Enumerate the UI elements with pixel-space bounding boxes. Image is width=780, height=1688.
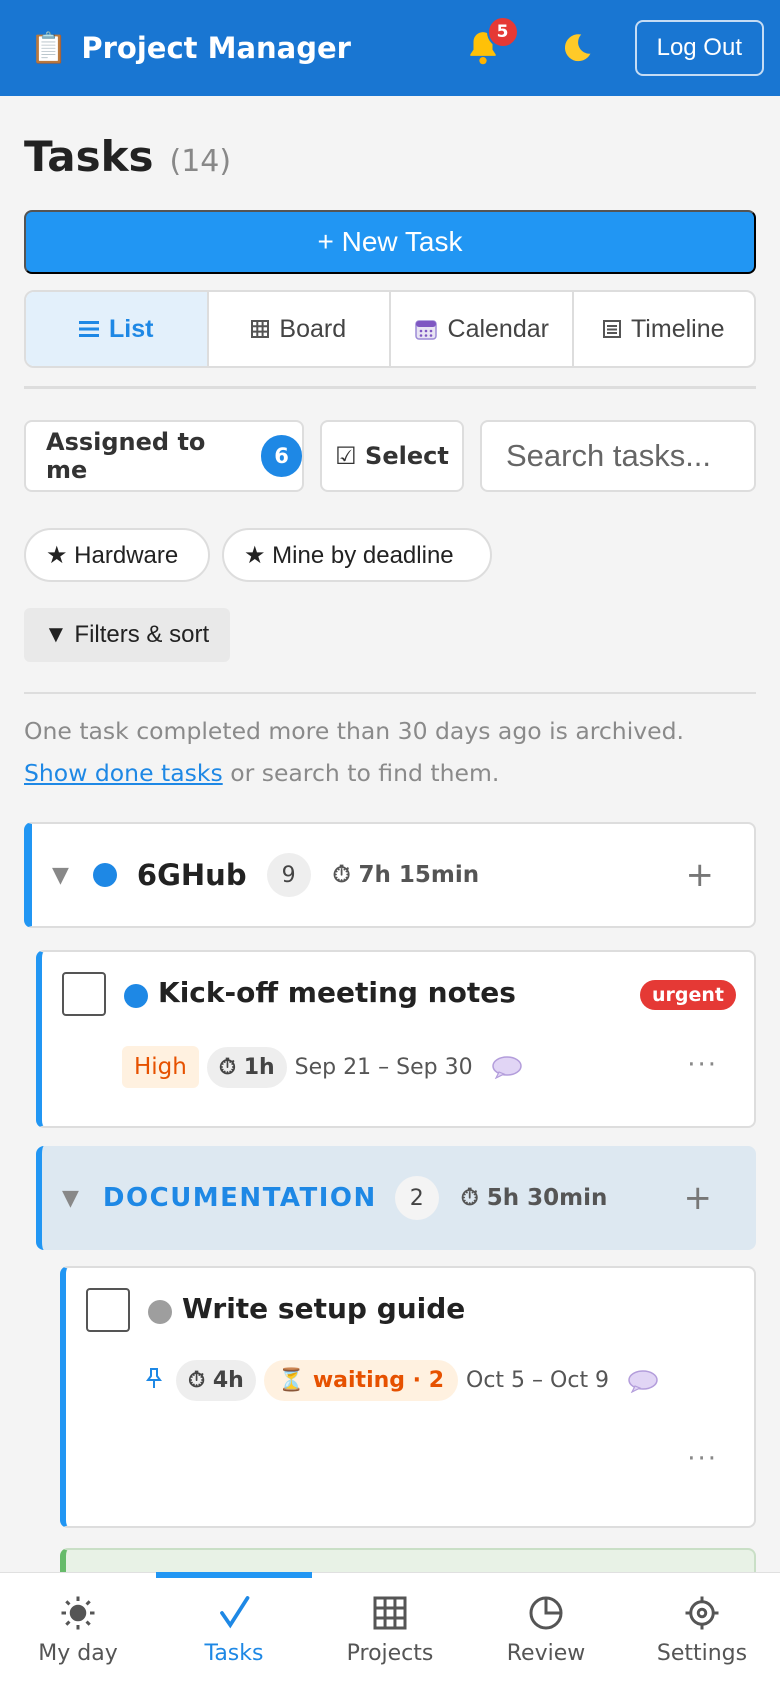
task-status-dot: [124, 984, 148, 1008]
tab-list[interactable]: List: [26, 292, 209, 366]
section-group-documentation[interactable]: ▼ DOCUMENTATION 2 ⏱ 5h 30min +: [36, 1146, 756, 1250]
assigned-label: Assigned to me: [46, 428, 206, 484]
priority-badge: High: [122, 1046, 199, 1088]
urgent-tag: urgent: [640, 980, 736, 1010]
dark-mode-toggle[interactable]: [547, 18, 607, 78]
grid-icon: [251, 320, 270, 338]
search-input[interactable]: [480, 420, 756, 492]
nav-tasks[interactable]: Tasks: [156, 1572, 312, 1688]
clipboard-icon: 📋: [30, 30, 68, 66]
task-more-menu[interactable]: ···: [687, 1050, 718, 1080]
assigned-to-me-button[interactable]: Assigned to me 6: [24, 420, 304, 492]
calendar-icon: [414, 317, 438, 341]
new-task-button[interactable]: + New Task: [24, 210, 756, 274]
saved-filter-hardware[interactable]: ★ Hardware: [24, 528, 210, 582]
waiting-badge: ⏳ waiting · 2: [263, 1360, 459, 1401]
logout-button[interactable]: Log Out: [634, 20, 764, 76]
app-bar: 📋 Project Manager 5 Log Out: [0, 0, 780, 96]
project-group-6ghub[interactable]: ▼ 6GHub 9 ⏱ 7h 15min +: [24, 822, 756, 928]
tab-list-label: List: [109, 314, 154, 343]
comment-icon[interactable]: [491, 1055, 523, 1079]
bottom-navigation: My day Tasks Projects Review Settings: [0, 1572, 780, 1688]
saved-filter-mine-by-deadline[interactable]: ★ Mine by deadline: [222, 528, 492, 582]
filters-sort-toggle[interactable]: ▼ Filters & sort: [24, 608, 230, 662]
page-heading: Tasks (14): [24, 132, 231, 181]
nav-label: Projects: [346, 1641, 434, 1666]
project-task-count: 9: [266, 853, 311, 897]
task-title[interactable]: Kick-off meeting notes: [158, 976, 516, 1009]
section-task-count: 2: [394, 1176, 439, 1220]
task-dates: Sep 21 – Sep 30: [294, 1054, 473, 1080]
divider: [24, 386, 756, 389]
archive-note-text: One task completed more than 30 days ago…: [24, 717, 684, 745]
add-task-to-project-button[interactable]: +: [686, 855, 715, 895]
grid-icon: [373, 1596, 407, 1630]
collapse-caret-icon[interactable]: ▼: [52, 863, 69, 888]
estimate-badge: ⏱ 4h: [176, 1360, 256, 1401]
pie-icon: [529, 1596, 563, 1630]
tab-board[interactable]: Board: [209, 292, 391, 366]
task-more-menu[interactable]: ···: [687, 1444, 718, 1474]
task-meta: High ⏱ 1h Sep 21 – Sep 30: [122, 1046, 523, 1088]
tab-calendar[interactable]: Calendar: [391, 292, 574, 366]
check-icon: [220, 1596, 250, 1629]
list-icon: [79, 319, 100, 339]
nav-label: My day: [38, 1641, 118, 1666]
pin-icon[interactable]: [146, 1367, 162, 1395]
section-name: DOCUMENTATION: [102, 1183, 377, 1213]
task-dates: Oct 5 – Oct 9: [466, 1368, 610, 1393]
project-name: 6GHub: [136, 858, 247, 892]
timeline-icon: [602, 320, 621, 338]
nav-label: Settings: [656, 1641, 748, 1666]
tab-timeline[interactable]: Timeline: [574, 292, 755, 366]
task-count: (14): [169, 144, 232, 179]
section-total-time: ⏱ 5h 30min: [460, 1185, 608, 1211]
task-checkbox[interactable]: [86, 1288, 130, 1332]
show-done-tasks-link[interactable]: Show done tasks: [24, 759, 223, 787]
nav-projects[interactable]: Projects: [312, 1573, 468, 1688]
add-task-to-section-button[interactable]: +: [684, 1178, 713, 1218]
select-button[interactable]: ☑ Select: [320, 420, 464, 492]
project-color-dot: [92, 863, 117, 887]
sun-icon: [61, 1596, 95, 1630]
tab-timeline-label: Timeline: [630, 314, 725, 343]
estimate-badge: ⏱ 1h: [206, 1046, 287, 1088]
archive-note-suffix: or search to find them.: [222, 759, 500, 787]
archive-note: One task completed more than 30 days ago…: [24, 710, 764, 794]
task-status-dot: [148, 1300, 172, 1324]
nav-label: Tasks: [204, 1641, 264, 1666]
nav-settings[interactable]: Settings: [624, 1573, 780, 1688]
nav-review[interactable]: Review: [468, 1573, 624, 1688]
tab-calendar-label: Calendar: [447, 314, 549, 343]
view-switcher: List Board Calendar Timeline: [24, 290, 756, 368]
divider: [24, 692, 756, 694]
task-card[interactable]: Kick-off meeting notes urgent High ⏱ 1h …: [36, 950, 756, 1128]
gear-icon: [685, 1596, 719, 1630]
page-title: Tasks: [24, 132, 154, 181]
comment-icon[interactable]: [627, 1369, 659, 1393]
moon-icon: [564, 34, 591, 62]
app-title: Project Manager: [81, 31, 351, 65]
notifications-button[interactable]: 5: [453, 16, 519, 78]
task-card[interactable]: Write setup guide ⏱ 4h ⏳ waiting · 2 Oct…: [60, 1266, 756, 1528]
task-title[interactable]: Write setup guide: [182, 1292, 465, 1325]
assigned-count-badge: 6: [261, 435, 302, 477]
nav-label: Review: [506, 1641, 586, 1666]
collapse-caret-icon[interactable]: ▼: [62, 1186, 79, 1211]
notification-badge: 5: [486, 16, 519, 48]
task-meta: ⏱ 4h ⏳ waiting · 2 Oct 5 – Oct 9: [146, 1360, 659, 1401]
tab-board-label: Board: [279, 314, 347, 343]
nav-my-day[interactable]: My day: [0, 1573, 156, 1688]
project-total-time: ⏱ 7h 15min: [332, 862, 480, 888]
task-checkbox[interactable]: [62, 972, 106, 1016]
